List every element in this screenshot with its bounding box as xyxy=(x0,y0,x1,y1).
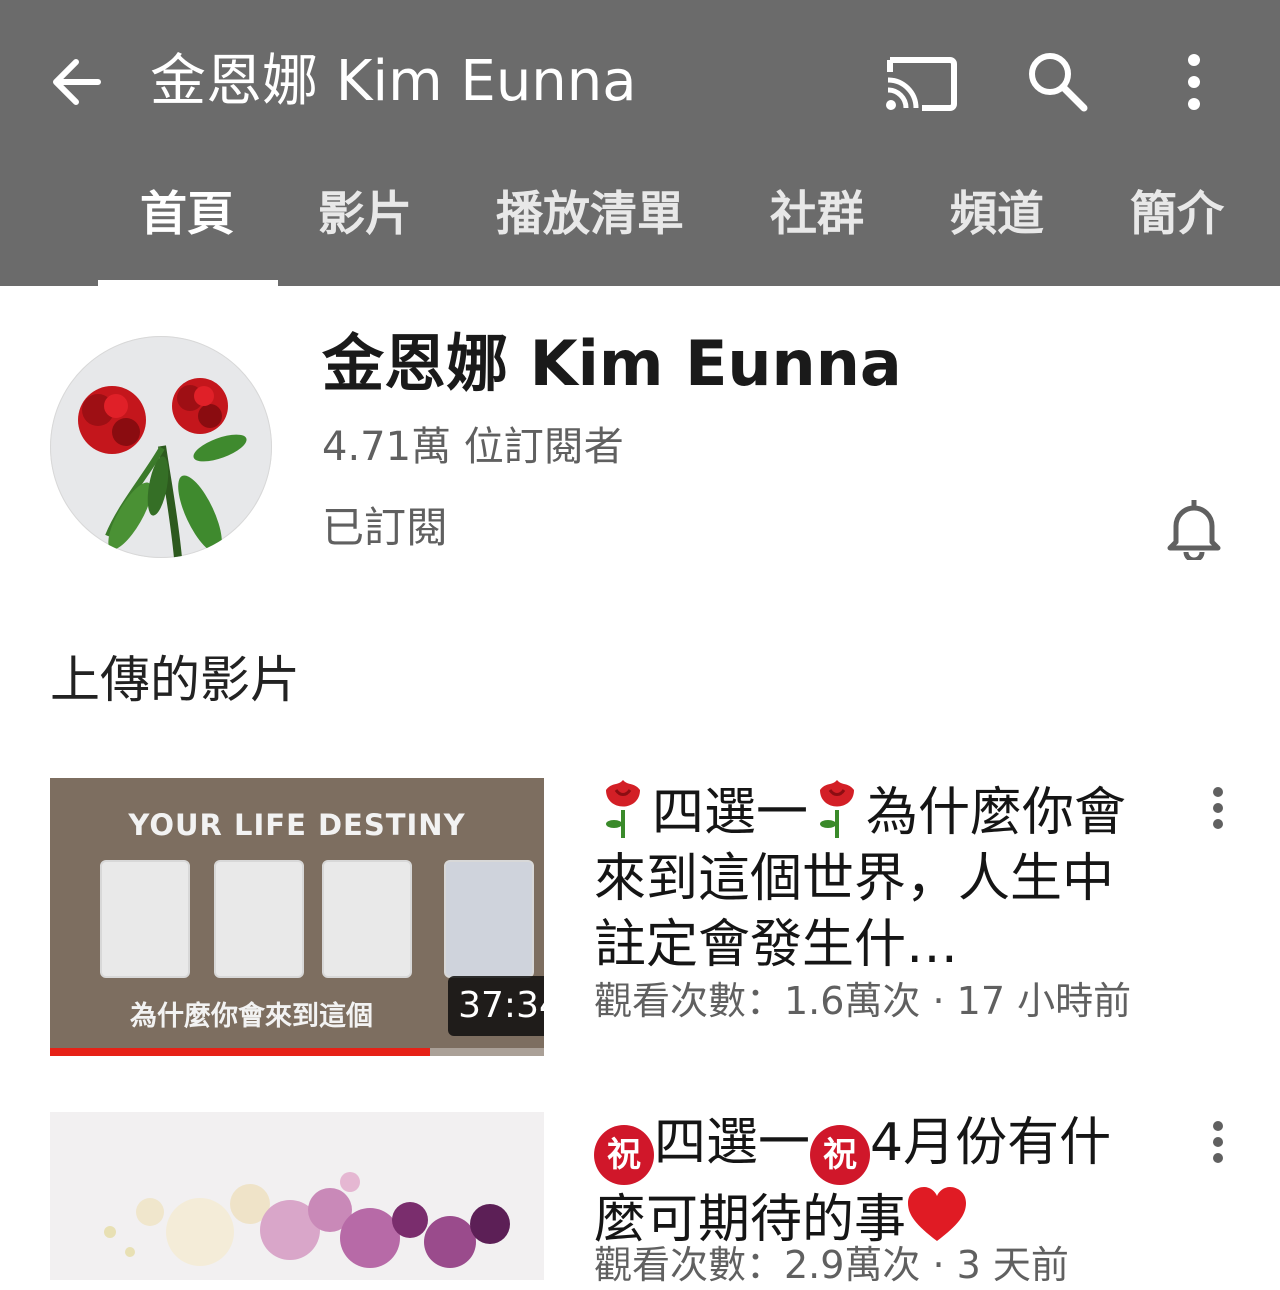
video-meta: 觀看次數：2.9萬次 · 3 天前 xyxy=(594,1243,1069,1287)
tarot-card xyxy=(100,860,190,978)
channel-name: 金恩娜 Kim Eunna xyxy=(322,327,902,400)
tab-videos[interactable]: 影片 xyxy=(318,185,412,245)
notification-bell-icon[interactable] xyxy=(1164,496,1224,560)
tarot-card xyxy=(444,860,534,978)
subscribed-button[interactable]: 已訂閱 xyxy=(322,500,448,556)
congratulation-emoji-icon: 祝 xyxy=(594,1125,654,1185)
channel-avatar[interactable] xyxy=(50,336,272,558)
cast-icon[interactable] xyxy=(884,50,958,114)
tab-community[interactable]: 社群 xyxy=(770,185,864,245)
selected-tab-indicator xyxy=(98,280,278,286)
watch-progress-fill xyxy=(50,1048,431,1056)
video-title-part1: 四選一 xyxy=(652,783,809,843)
channel-tabs: 首頁 影片 播放清單 社群 頻道 簡介 xyxy=(0,160,1280,286)
rose-avatar-image xyxy=(78,378,247,558)
rose-emoji-icon xyxy=(606,780,640,838)
section-title: 上傳的影片 xyxy=(50,651,300,709)
tab-home[interactable]: 首頁 xyxy=(140,185,234,245)
video-thumbnail[interactable]: YOUR LIFE DESTINY 為什麼你會來到這個 37:34 xyxy=(50,778,544,1056)
thumbnail-top-text: YOUR LIFE DESTINY xyxy=(128,808,466,842)
thumbnail-bottom-text: 為什麼你會來到這個 xyxy=(130,1001,373,1032)
tarot-card xyxy=(214,860,304,978)
channel-title: 金恩娜 Kim Eunna xyxy=(150,49,637,114)
subscriber-count: 4.71萬 位訂閱者 xyxy=(322,424,624,470)
video-more-icon[interactable] xyxy=(1208,786,1228,834)
app-bar: 金恩娜 Kim Eunna 首頁 影片 播放清單 社群 頻道 簡介 xyxy=(0,0,1280,286)
tarot-card xyxy=(322,860,412,978)
tab-about[interactable]: 簡介 xyxy=(1130,185,1224,245)
video-title-part1: 四選一 xyxy=(654,1113,811,1173)
tab-playlists[interactable]: 播放清單 xyxy=(496,185,684,245)
video-more-icon[interactable] xyxy=(1208,1120,1228,1168)
rose-emoji-icon xyxy=(820,780,855,838)
red-heart-emoji-icon xyxy=(908,1187,967,1241)
more-vert-icon[interactable] xyxy=(1172,50,1216,114)
video-meta: 觀看次數：1.6萬次 · 17 小時前 xyxy=(594,979,1132,1023)
video-title[interactable]: 四選一 為什麼你會來到這個世界，人生中註定會發生什… xyxy=(594,776,1154,978)
search-icon[interactable] xyxy=(1024,48,1090,114)
back-arrow-icon[interactable] xyxy=(44,50,108,114)
flowers-thumbnail-image xyxy=(104,1172,510,1268)
video-thumbnail[interactable] xyxy=(50,1112,544,1280)
congratulation-emoji-icon: 祝 xyxy=(810,1125,871,1185)
tab-channels[interactable]: 頻道 xyxy=(950,185,1044,245)
video-duration: 37:34 xyxy=(448,976,544,1036)
video-title[interactable]: 祝四選一祝 4月份有什麼可期待的事 xyxy=(594,1110,1154,1253)
watch-progress-track xyxy=(50,1048,544,1056)
